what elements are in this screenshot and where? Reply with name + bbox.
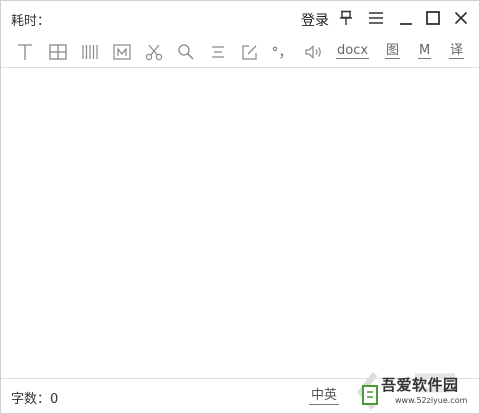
m-button[interactable]: M [418, 43, 432, 59]
close-icon[interactable] [452, 9, 470, 27]
speaker-icon[interactable] [302, 41, 324, 63]
translate-button[interactable]: 译 [449, 43, 465, 59]
site-watermark: 吾爱软件园 www.52ziyue.com [355, 372, 479, 412]
punctuation-icon[interactable]: °， [268, 41, 296, 63]
language-toggle[interactable]: 中英 [309, 387, 340, 405]
menu-icon[interactable] [367, 9, 385, 27]
docx-button[interactable]: docx [336, 43, 370, 59]
minimize-icon[interactable] [397, 9, 415, 27]
scissors-icon[interactable] [143, 41, 165, 63]
table-icon[interactable] [47, 41, 69, 63]
edit-icon[interactable] [239, 41, 261, 63]
text-icon[interactable] [14, 41, 36, 63]
align-icon[interactable] [207, 41, 229, 63]
toolbar: °， docx 图 M 译 [1, 37, 479, 68]
pin-icon[interactable] [337, 9, 355, 27]
search-icon[interactable] [175, 41, 197, 63]
word-count: 字数：0 [11, 392, 59, 407]
m-box-icon[interactable] [111, 41, 133, 63]
watermark-site-name: 吾爱软件园 [381, 376, 459, 394]
maximize-icon[interactable] [424, 9, 442, 27]
main-window: 耗时： 登录 °， docx 图 M 译 字数：0 中英 [0, 0, 480, 414]
elapsed-time-label: 耗时： [11, 14, 51, 29]
editor-area[interactable] [1, 68, 479, 376]
login-button[interactable]: 登录 [301, 10, 329, 30]
watermark-url: www.52ziyue.com [395, 396, 468, 405]
title-bar: 耗时： 登录 [1, 1, 479, 35]
image-button[interactable]: 图 [385, 43, 401, 59]
columns-icon[interactable] [79, 41, 101, 63]
